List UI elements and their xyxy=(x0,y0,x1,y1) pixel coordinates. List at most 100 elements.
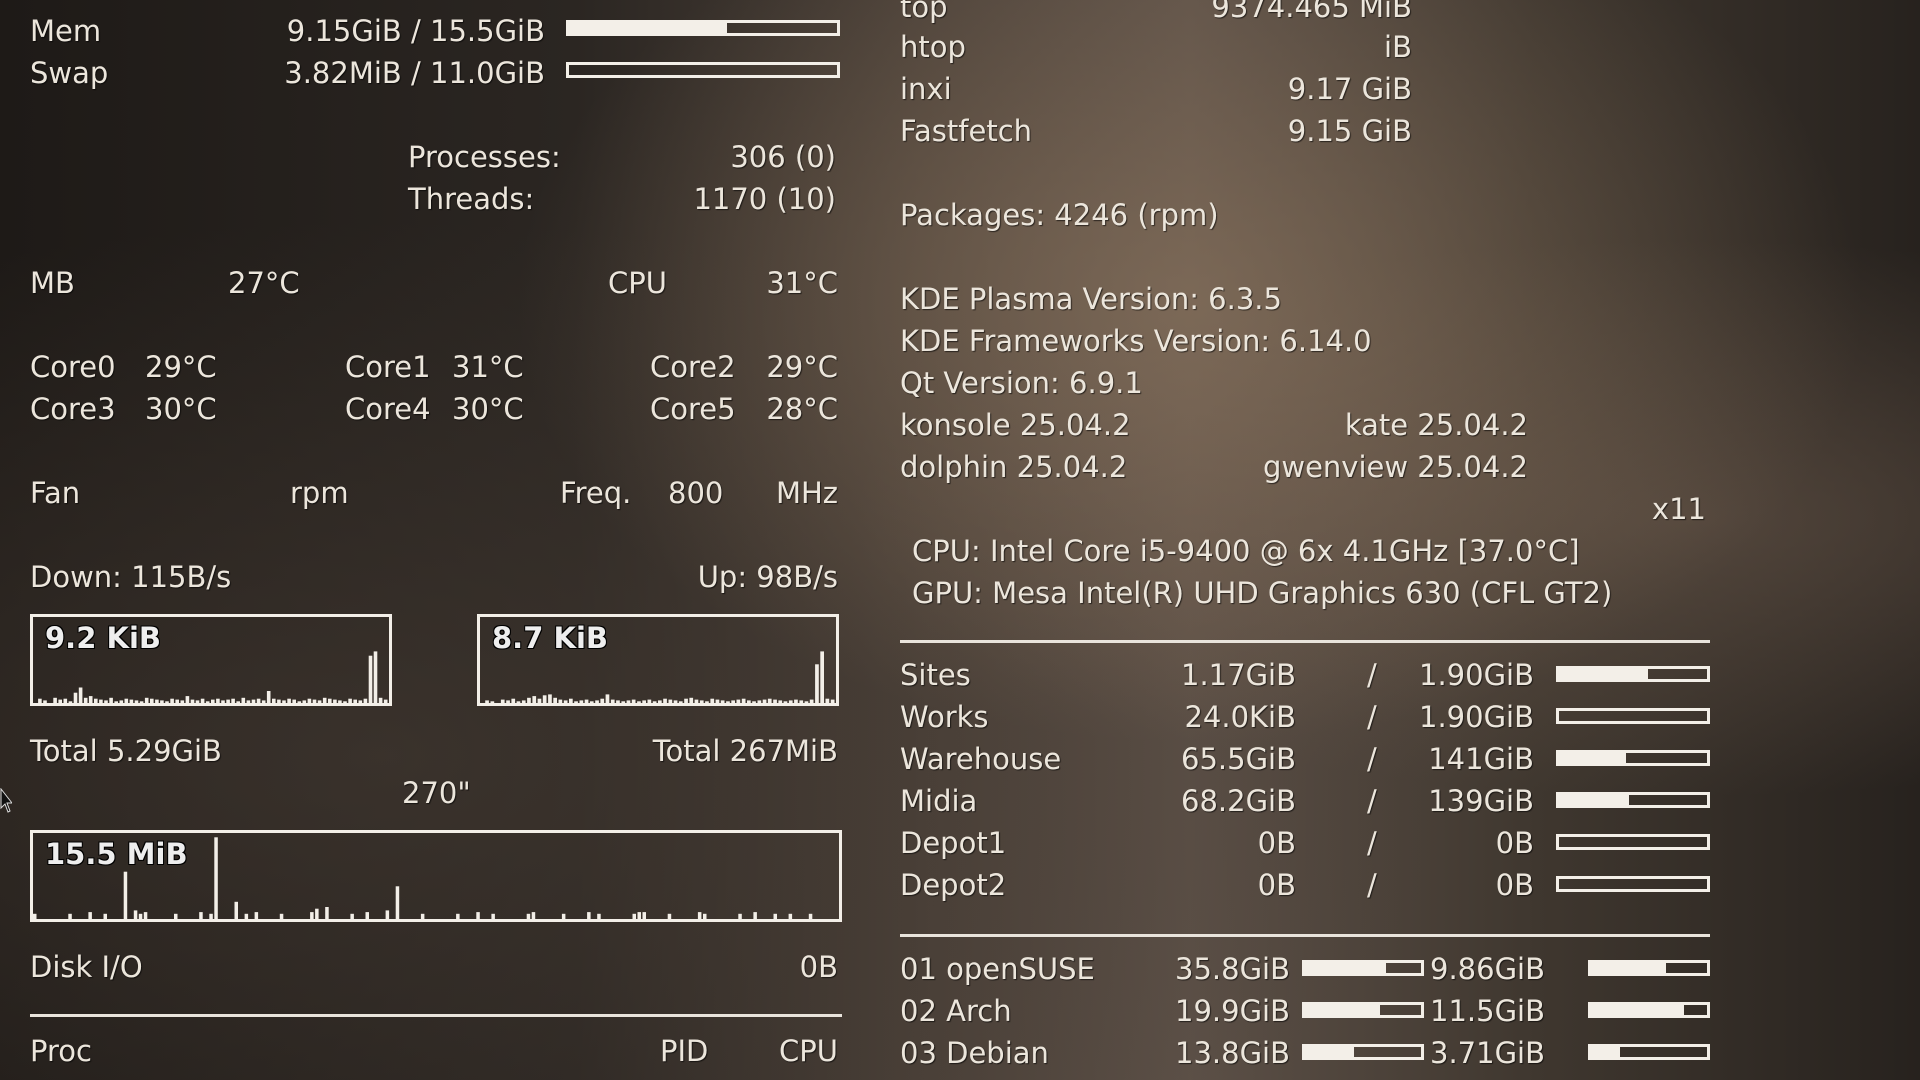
graph-activity-bar xyxy=(631,699,636,703)
graph-activity-bar xyxy=(350,913,354,919)
top-list-value: 9.17 GiB xyxy=(1287,72,1412,106)
drive-usage-bar xyxy=(1556,792,1710,808)
net-total-up: Total 267MiB xyxy=(652,734,838,768)
net-up: Up: 98B/s xyxy=(697,560,838,594)
graph-activity-bar xyxy=(637,701,641,703)
graph-activity-bar xyxy=(94,698,98,703)
graph-activity-bar xyxy=(820,651,824,703)
graph-activity-bar xyxy=(277,699,281,703)
graph-activity-bar xyxy=(214,837,218,919)
graph-activity-bar xyxy=(73,692,78,703)
graph-activity-bar xyxy=(757,700,762,703)
graph-activity-bar xyxy=(668,699,673,703)
graph-activity-bar xyxy=(174,913,178,919)
distro-bar-a xyxy=(1302,960,1424,976)
graph-activity-bar xyxy=(511,698,516,703)
dolphin-version: dolphin 25.04.2 xyxy=(900,450,1128,484)
drive-name: Warehouse xyxy=(900,742,1062,776)
distro-size-b: 11.5GiB xyxy=(1430,994,1545,1028)
core0-label: Core0 xyxy=(30,350,116,384)
graph-activity-bar xyxy=(282,700,286,703)
drive-used: 68.2GiB xyxy=(1181,784,1296,818)
graph-activity-bar xyxy=(124,698,129,703)
graph-activity-bar xyxy=(133,910,138,919)
graph-activity-bar xyxy=(231,698,235,703)
graph-activity-bar xyxy=(778,700,783,703)
graph-activity-bar xyxy=(773,913,777,919)
graph-activity-bar xyxy=(302,700,307,703)
drive-total: 139GiB xyxy=(1428,784,1534,818)
graph-activity-bar xyxy=(574,701,578,703)
graph-activity-bar xyxy=(558,699,563,703)
graph-activity-bar xyxy=(310,912,314,919)
graph-activity-bar xyxy=(726,701,730,703)
distro-size-a: 13.8GiB xyxy=(1175,1036,1290,1070)
graph-activity-bar xyxy=(731,700,735,703)
graph-activity-bar xyxy=(322,697,327,703)
proc-header-cpu: CPU xyxy=(779,1034,838,1068)
graph-activity-bar xyxy=(621,701,626,703)
distro-bar-a xyxy=(1302,1002,1424,1018)
drive-usage-bar xyxy=(1556,834,1710,850)
graph-activity-bar xyxy=(104,700,108,703)
graph-activity-bar xyxy=(134,700,139,703)
graph-activity-bar xyxy=(720,700,725,703)
top-list-name: Fastfetch xyxy=(900,114,1033,148)
graph-activity-bar xyxy=(317,700,322,703)
graph-activity-bar xyxy=(632,913,636,919)
freq-label: Freq. xyxy=(560,476,632,510)
graph-activity-bar xyxy=(395,886,400,919)
drive-name: Midia xyxy=(900,784,978,818)
graph-activity-bar xyxy=(548,694,552,703)
core4-label: Core4 xyxy=(345,392,431,426)
graph-activity-bar xyxy=(569,698,573,703)
graph-activity-bar xyxy=(589,701,594,703)
distro-bar-a-fill xyxy=(1305,1047,1354,1057)
graph-activity-bar xyxy=(753,912,757,919)
graph-activity-bar xyxy=(526,913,531,919)
graph-activity-bar xyxy=(88,696,93,703)
graph-activity-bar xyxy=(63,698,68,703)
distro-bar-b xyxy=(1588,1002,1710,1018)
graph-activity-bar xyxy=(605,694,610,703)
drive-total: 141GiB xyxy=(1428,742,1534,776)
graph-activity-bar xyxy=(705,701,709,703)
distro-bar-a-fill xyxy=(1305,1005,1381,1015)
graph-activity-bar xyxy=(68,913,72,919)
graph-activity-bar xyxy=(663,698,667,703)
graph-activity-bar xyxy=(637,912,641,919)
graph-activity-bar xyxy=(597,913,601,919)
graph-activity-bar xyxy=(456,913,460,919)
graph-activity-bar xyxy=(114,701,118,703)
graph-activity-bar xyxy=(808,913,813,919)
threads-value: 1170 (10) xyxy=(693,182,836,216)
graph-activity-bar xyxy=(175,699,179,703)
graph-activity-bar xyxy=(799,700,804,703)
graph-activity-bar xyxy=(531,912,536,919)
graph-activity-bar xyxy=(736,699,741,703)
graph-activity-bar xyxy=(241,697,246,703)
graph-activity-bar xyxy=(99,699,103,703)
distro-name: 02 Arch xyxy=(900,994,1012,1028)
graph-activity-bar xyxy=(642,700,646,703)
qt-version: Qt Version: 6.9.1 xyxy=(900,366,1143,400)
graph-activity-bar xyxy=(684,698,688,703)
upload-graph: 8.7 KiB xyxy=(477,614,839,706)
kde-frameworks-version: KDE Frameworks Version: 6.14.0 xyxy=(900,324,1372,358)
graph-activity-bar xyxy=(500,699,505,703)
konsole-version: konsole 25.04.2 xyxy=(900,408,1131,442)
mem-label: Mem xyxy=(30,14,102,48)
graph-activity-bar xyxy=(579,700,584,703)
drive-name: Sites xyxy=(900,658,971,692)
drive-used: 65.5GiB xyxy=(1181,742,1296,776)
drive-total: 0B xyxy=(1495,868,1534,902)
distro-name: 01 openSUSE xyxy=(900,952,1095,986)
graph-activity-bar xyxy=(185,696,190,703)
drive-separator: / xyxy=(1367,658,1377,692)
graph-activity-bar xyxy=(279,913,284,919)
graph-activity-bar xyxy=(119,700,124,703)
graph-activity-bar xyxy=(312,699,317,703)
graph-activity-bar xyxy=(694,699,699,703)
drive-separator: / xyxy=(1367,784,1377,818)
graph-activity-bar xyxy=(254,912,259,919)
